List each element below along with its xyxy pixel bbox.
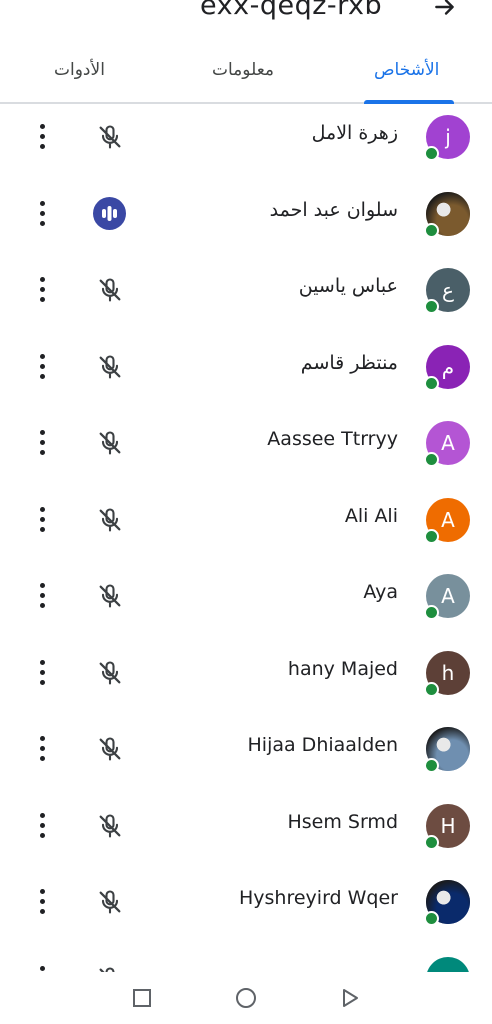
presence-dot [424, 299, 439, 314]
participant-name: سلوان عبد احمد [269, 198, 398, 221]
speaking-indicator-icon [93, 196, 126, 230]
avatar-letter: A [441, 507, 455, 532]
participant-name: Hyshreyird Wqer [238, 887, 398, 909]
participant-row[interactable]: سلوان عبد احمد [0, 177, 492, 253]
tab-info[interactable]: معلومات [212, 60, 274, 80]
system-nav-bar [0, 972, 492, 1024]
more-options-icon[interactable] [32, 122, 52, 152]
presence-dot [424, 834, 439, 850]
participant-name: زهرة الامل [311, 122, 398, 144]
participant-row[interactable] [0, 942, 492, 973]
participant-name: Aya [363, 581, 398, 603]
tab-people[interactable]: الأشخاص [374, 60, 439, 80]
participant-name: منتظر قاسم [300, 351, 398, 374]
more-options-icon[interactable] [32, 352, 52, 382]
participant-name: Aassee Ttrryy [267, 428, 398, 450]
participant-row[interactable]: j زهرة الامل [0, 100, 492, 176]
participant-name: Hijaa Dhiaalden [247, 734, 398, 756]
avatar-letter: j [445, 125, 451, 149]
avatar-letter: A [441, 431, 455, 455]
mic-off-icon [96, 506, 124, 534]
participant-row[interactable]: Hijaa Dhiaalden [0, 712, 492, 788]
arrow-right-icon[interactable] [432, 0, 458, 20]
participant-row[interactable]: م منتظر قاسم [0, 330, 492, 406]
participant-avatar [426, 956, 470, 972]
mic-off-icon [96, 123, 124, 151]
more-options-icon[interactable] [32, 658, 52, 688]
participant-name: Ali Ali [344, 504, 398, 527]
participant-row[interactable]: Hyshreyird Wqer [0, 865, 492, 941]
tab-tools[interactable]: الأدوات [54, 60, 105, 80]
more-options-icon[interactable] [32, 428, 52, 458]
tab-bar: الأشخاص معلومات الأدوات [0, 50, 492, 104]
mic-off-icon [96, 353, 124, 381]
presence-dot [424, 528, 439, 544]
home-circle-icon[interactable] [234, 986, 258, 1010]
mic-off-icon [96, 582, 124, 610]
participant-row[interactable]: A Aassee Ttrryy [0, 406, 492, 482]
presence-dot [424, 605, 439, 620]
avatar-letter: ع [442, 278, 454, 302]
more-options-icon[interactable] [32, 275, 52, 305]
mic-off-icon [96, 659, 124, 687]
participant-name: hany Majed [287, 657, 398, 680]
participant-name: عباس ياسين [298, 275, 398, 297]
mic-off-icon [96, 429, 124, 457]
presence-dot [424, 758, 439, 773]
participant-name: Hsem Srmd [287, 810, 398, 833]
more-options-icon[interactable] [32, 581, 52, 611]
presence-dot [424, 452, 439, 467]
presence-dot [424, 146, 439, 161]
more-options-icon[interactable] [32, 734, 52, 764]
mic-off-icon [96, 888, 124, 916]
presence-dot [424, 911, 439, 926]
avatar-letter: A [441, 584, 455, 608]
presence-dot [424, 681, 439, 697]
participant-row[interactable]: A Aya [0, 559, 492, 635]
recents-square-icon[interactable] [130, 986, 154, 1010]
participant-list[interactable]: j زهرة الامل سلوان عبد احمد ع عباس ياسين م منت… [0, 100, 492, 972]
more-options-icon[interactable] [32, 505, 52, 535]
more-options-icon[interactable] [32, 199, 52, 229]
mic-off-icon [96, 965, 124, 972]
participant-row[interactable]: h hany Majed [0, 636, 492, 712]
back-triangle-icon[interactable] [338, 986, 362, 1010]
participant-row[interactable]: A Ali Ali [0, 483, 492, 559]
presence-dot [424, 222, 439, 238]
mic-off-icon [96, 276, 124, 304]
participant-row[interactable]: ع عباس ياسين [0, 253, 492, 329]
mic-off-icon [96, 735, 124, 763]
avatar-letter: م [441, 354, 455, 379]
more-options-icon[interactable] [32, 964, 52, 973]
avatar-letter: H [440, 813, 456, 838]
presence-dot [424, 375, 439, 391]
mic-off-icon [96, 812, 124, 840]
more-options-icon[interactable] [32, 887, 52, 917]
more-options-icon[interactable] [32, 811, 52, 841]
meeting-code: exx-qeqz-rxb [200, 0, 383, 21]
avatar-letter: h [441, 660, 455, 685]
top-bar: exx-qeqz-rxb [0, 0, 492, 30]
participant-row[interactable]: H Hsem Srmd [0, 789, 492, 865]
